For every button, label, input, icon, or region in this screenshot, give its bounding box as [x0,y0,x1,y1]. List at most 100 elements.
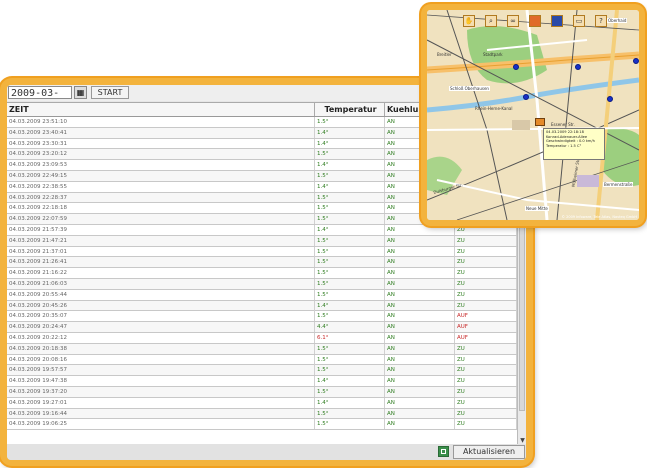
pan-hand-icon[interactable]: ✋ [463,15,475,27]
cell-tuer: ZU [455,300,517,311]
table-row[interactable]: 04.03.2009 19:16:44 1.5° AN ZU [7,408,517,420]
table-row[interactable]: 04.03.2009 21:37:01 1.5° AN ZU [7,246,517,258]
vehicle-marker[interactable] [607,96,613,102]
calendar-icon[interactable]: ▦ [74,86,87,99]
satellite-icon[interactable] [551,15,563,27]
cell-temperatur: 1.5° [315,192,385,203]
cell-temperatur: 1.5° [315,311,385,322]
cell-zeit: 04.03.2009 19:57:57 [7,365,315,376]
map-label-stadtpark: Stadtpark [483,52,503,57]
map-label-oberhaid: Oberhaid [607,18,628,23]
vehicle-marker[interactable] [575,64,581,70]
refresh-button[interactable]: Aktualisieren [453,445,525,459]
cell-zeit: 04.03.2009 20:35:07 [7,311,315,322]
binoculars-icon[interactable]: ∞ [507,15,519,27]
table-row[interactable]: 04.03.2009 19:47:38 1.4° AN ZU [7,376,517,387]
map-copyright: © 2009 Infoware, Tele Atlas, Navteq GmbH [561,215,637,219]
table-row[interactable]: 04.03.2009 20:22:12 6.1° AN AUF [7,333,517,344]
cell-kuehlung: AN [385,235,455,246]
table-row[interactable]: 04.03.2009 21:57:39 1.4° AN ZU [7,225,517,236]
start-button[interactable]: START [91,86,129,99]
cell-zeit: 04.03.2009 21:47:21 [7,235,315,246]
cell-kuehlung: AN [385,333,455,343]
column-header-temperatur[interactable]: Temperatur [315,103,385,116]
table-row[interactable]: 04.03.2009 20:55:44 1.5° AN ZU [7,289,517,301]
table-row[interactable]: 04.03.2009 19:06:25 1.5° AN ZU [7,419,517,431]
layer-icon[interactable] [529,15,541,27]
excel-export-icon[interactable] [438,446,449,457]
cell-tuer: ZU [455,235,517,246]
cell-kuehlung: AN [385,279,455,289]
cell-temperatur: 1.5° [315,268,385,279]
vehicle-marker[interactable] [633,58,639,64]
table-row[interactable]: 04.03.2009 20:08:16 1.5° AN ZU [7,354,517,366]
table-row[interactable]: 04.03.2009 19:37:20 1.5° AN ZU [7,387,517,398]
date-input[interactable]: 2009-03-04 [8,86,72,112]
truck-icon[interactable] [535,118,545,126]
cell-tuer: ZU [455,279,517,289]
cell-zeit: 04.03.2009 23:09:53 [7,160,315,171]
cell-kuehlung: AN [385,365,455,376]
cell-temperatur: 1.5° [315,354,385,365]
table-row[interactable]: 04.03.2009 21:47:21 1.5° AN ZU [7,235,517,247]
cell-temperatur: 1.4° [315,160,385,171]
table-row[interactable]: 04.03.2009 20:45:26 1.4° AN ZU [7,300,517,312]
cell-tuer: ZU [455,268,517,279]
cell-zeit: 04.03.2009 20:18:38 [7,343,315,354]
cell-temperatur: 6.1° [315,333,385,343]
cell-zeit: 04.03.2009 19:47:38 [7,376,315,387]
map-toolbar: ✋ ⌕ ∞ ▭ ? [463,15,623,31]
map-panel: ✋ ⌕ ∞ ▭ ? Oberhaid Breitler Stadtpark Sc… [421,4,645,226]
cell-kuehlung: AN [385,343,455,354]
cell-kuehlung: AN [385,419,455,430]
cell-zeit: 04.03.2009 23:51:10 [7,117,315,127]
cell-tuer: ZU [455,246,517,257]
cell-tuer: ZU [455,376,517,387]
cell-temperatur: 1.5° [315,117,385,127]
cell-zeit: 04.03.2009 22:07:59 [7,214,315,225]
cell-temperatur: 1.5° [315,419,385,430]
map-view[interactable]: ✋ ⌕ ∞ ▭ ? Oberhaid Breitler Stadtpark Sc… [427,10,639,220]
cell-temperatur: 1.5° [315,149,385,160]
cell-temperatur: 1.5° [315,214,385,225]
cell-zeit: 04.03.2009 22:18:18 [7,203,315,214]
table-row[interactable]: 04.03.2009 20:35:07 1.5° AN AUF [7,311,517,323]
table-row[interactable]: 04.03.2009 21:16:22 1.5° AN ZU [7,268,517,279]
map-label-rheinkanal: Rhein-Herne-Kanal [475,106,513,111]
cell-zeit: 04.03.2009 21:37:01 [7,246,315,257]
table-row[interactable]: 04.03.2009 20:18:38 1.5° AN ZU [7,343,517,355]
cell-kuehlung: AN [385,268,455,279]
table-row[interactable]: 04.03.2009 20:24:47 4.4° AN AUF [7,322,517,333]
table-row[interactable]: 04.03.2009 21:06:03 1.5° AN ZU [7,279,517,290]
cell-kuehlung: AN [385,300,455,311]
cell-kuehlung: AN [385,376,455,387]
print-icon[interactable]: ▭ [573,15,585,27]
cell-temperatur: 1.5° [315,171,385,181]
zoom-icon[interactable]: ⌕ [485,15,497,27]
cell-tuer: AUF [455,322,517,333]
cell-zeit: 04.03.2009 20:08:16 [7,354,315,365]
cell-tuer: ZU [455,387,517,397]
cell-zeit: 04.03.2009 22:38:55 [7,181,315,192]
table-row[interactable]: 04.03.2009 19:57:57 1.5° AN ZU [7,365,517,377]
vehicle-marker[interactable] [523,94,529,100]
map-label-essener: Essener Str. [551,122,575,127]
cell-temperatur: 1.5° [315,343,385,354]
cell-zeit: 04.03.2009 21:16:22 [7,268,315,279]
cell-kuehlung: AN [385,225,455,235]
cell-kuehlung: AN [385,387,455,397]
cell-kuehlung: AN [385,397,455,408]
cell-temperatur: 1.4° [315,300,385,311]
cell-zeit: 04.03.2009 23:40:41 [7,127,315,138]
table-row[interactable]: 04.03.2009 19:27:01 1.4° AN ZU [7,397,517,409]
cell-zeit: 04.03.2009 19:37:20 [7,387,315,397]
help-icon[interactable]: ? [595,15,607,27]
cell-zeit: 04.03.2009 23:30:31 [7,138,315,149]
map-canvas [427,10,639,220]
cell-temperatur: 1.5° [315,365,385,376]
column-header-zeit[interactable]: ZEIT [7,103,315,116]
table-row[interactable]: 04.03.2009 21:26:41 1.5° AN ZU [7,257,517,269]
cell-temperatur: 1.5° [315,203,385,214]
cell-temperatur: 1.5° [315,246,385,257]
vehicle-marker[interactable] [513,64,519,70]
